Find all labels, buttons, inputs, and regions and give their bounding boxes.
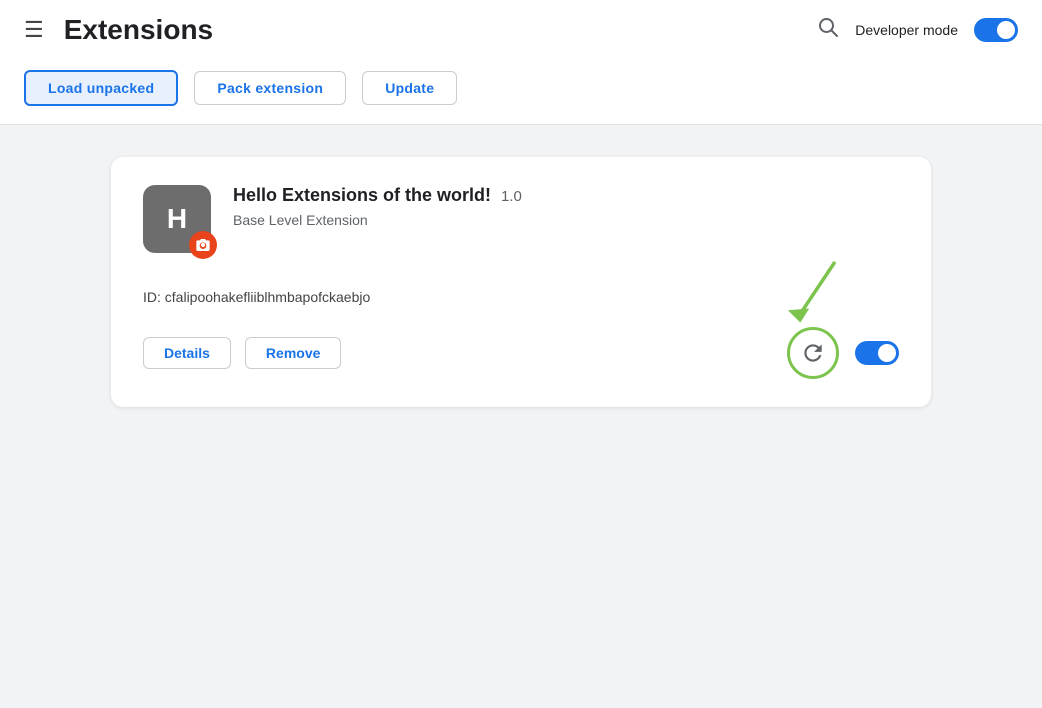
header-right: Developer mode	[817, 16, 1018, 44]
reload-icon	[800, 340, 826, 366]
developer-mode-toggle-thumb	[997, 21, 1015, 39]
update-button[interactable]: Update	[362, 71, 457, 105]
extension-name-row: Hello Extensions of the world! 1.0	[233, 185, 522, 206]
developer-mode-label: Developer mode	[855, 22, 958, 38]
developer-mode-toggle-track	[974, 18, 1018, 42]
pack-extension-button[interactable]: Pack extension	[194, 71, 346, 105]
page-title: Extensions	[64, 14, 818, 46]
extension-icon-wrapper: H	[143, 185, 211, 253]
extension-card-bottom: Details Remove	[143, 327, 899, 379]
extension-card: H Hello Extensions of the world! 1.0	[111, 157, 931, 407]
details-button[interactable]: Details	[143, 337, 231, 369]
extensions-page: ☰ Extensions Developer mode Load unpacke…	[0, 0, 1042, 708]
extension-id: ID: cfalipoohakefliiblhmbapofckaebjo	[143, 289, 370, 305]
extension-info: Hello Extensions of the world! 1.0 Base …	[233, 185, 522, 228]
search-icon[interactable]	[817, 16, 839, 44]
extension-version: 1.0	[501, 188, 522, 205]
extension-description: Base Level Extension	[233, 212, 522, 228]
extension-name: Hello Extensions of the world!	[233, 185, 491, 206]
extension-card-top: H Hello Extensions of the world! 1.0	[143, 185, 899, 253]
extension-toggle-thumb	[878, 344, 896, 362]
extension-card-actions: Details Remove	[143, 337, 341, 369]
remove-button[interactable]: Remove	[245, 337, 341, 369]
toolbar: Load unpacked Pack extension Update	[0, 60, 1042, 124]
extension-toggle[interactable]	[855, 341, 899, 365]
reload-button[interactable]	[787, 327, 839, 379]
extension-icon-badge	[189, 231, 217, 259]
hamburger-icon[interactable]: ☰	[24, 19, 44, 41]
main-content: H Hello Extensions of the world! 1.0	[0, 125, 1042, 708]
reload-button-wrapper	[787, 327, 839, 379]
load-unpacked-button[interactable]: Load unpacked	[24, 70, 178, 106]
developer-mode-toggle[interactable]	[974, 18, 1018, 42]
header: ☰ Extensions Developer mode	[0, 0, 1042, 60]
extension-id-row: ID: cfalipoohakefliiblhmbapofckaebjo	[143, 289, 899, 305]
extension-card-right	[787, 327, 899, 379]
